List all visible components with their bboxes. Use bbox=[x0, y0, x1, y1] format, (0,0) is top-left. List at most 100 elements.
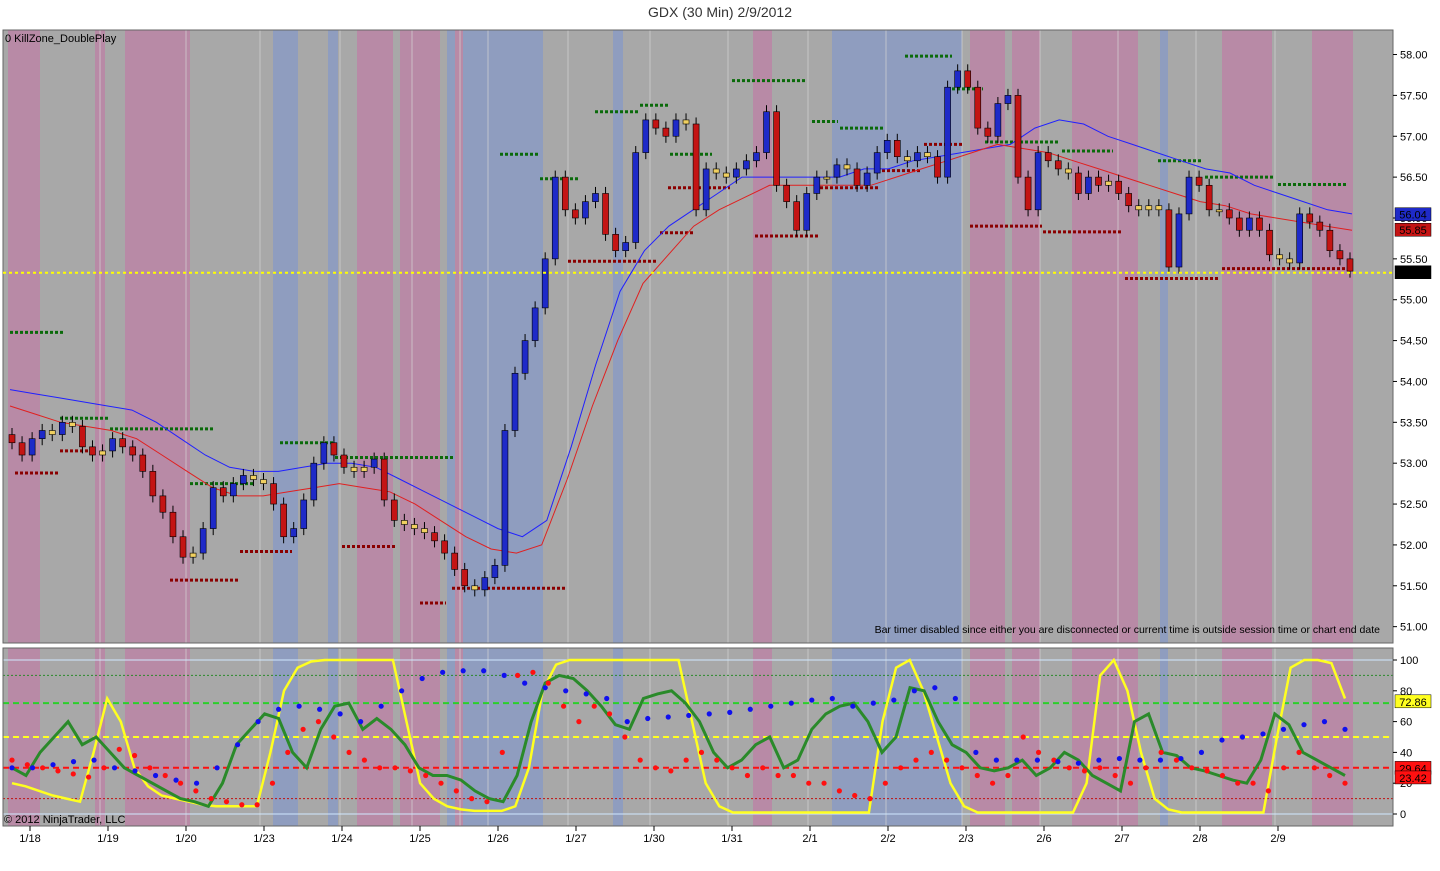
candle-body bbox=[471, 585, 479, 591]
chart-canvas[interactable]: 58.0057.5057.0056.5056.0055.5055.0054.50… bbox=[0, 0, 1440, 871]
candle-body bbox=[904, 156, 911, 162]
bar-timer-note: Bar timer disabled since either you are … bbox=[875, 624, 1381, 636]
osc-blue-dot bbox=[29, 765, 36, 771]
osc-red-dot bbox=[1143, 765, 1149, 771]
y-tick-label: 56.50 bbox=[1400, 172, 1428, 184]
candle-body bbox=[501, 430, 509, 566]
osc-red-dot bbox=[361, 757, 368, 763]
osc-blue-dot bbox=[91, 757, 97, 763]
candle-body bbox=[1155, 205, 1163, 211]
osc-red-dot bbox=[55, 768, 61, 774]
candle-body bbox=[260, 479, 267, 484]
candle-body bbox=[441, 540, 448, 554]
candle-body bbox=[481, 577, 489, 591]
candle-body bbox=[1246, 217, 1253, 231]
osc-blue-dot bbox=[481, 668, 487, 674]
candle-body bbox=[1115, 180, 1122, 194]
osc-red-dot bbox=[484, 799, 490, 805]
candle-body bbox=[1034, 152, 1042, 211]
candle-body bbox=[209, 487, 217, 529]
x-tick-label: 1/31 bbox=[721, 833, 742, 845]
candle-body bbox=[250, 475, 257, 480]
candle-body bbox=[994, 103, 1002, 137]
osc-red-dot bbox=[223, 799, 230, 805]
y-tick-label: 53.00 bbox=[1400, 458, 1428, 470]
osc-blue-dot bbox=[604, 695, 610, 702]
candle-body bbox=[38, 430, 46, 439]
osc-blue-dot bbox=[1239, 734, 1246, 740]
osc-blue-dot bbox=[1342, 726, 1348, 732]
candle-body bbox=[411, 524, 418, 529]
candle-body bbox=[179, 536, 187, 558]
osc-blue-dot bbox=[9, 765, 15, 771]
candle-body bbox=[1276, 254, 1283, 260]
osc-red-dot bbox=[591, 703, 597, 709]
osc-red-dot bbox=[9, 757, 15, 763]
candle-body bbox=[159, 495, 167, 513]
candle-body bbox=[1085, 176, 1092, 194]
osc-blue-dot bbox=[870, 700, 876, 706]
candle-body bbox=[1185, 176, 1193, 215]
osc-red-dot bbox=[744, 772, 751, 779]
candle-body bbox=[813, 176, 821, 194]
price-panel-bg bbox=[3, 30, 1393, 643]
osc-blue-dot bbox=[932, 685, 938, 691]
osc-red-dot bbox=[1189, 765, 1195, 771]
candle-body bbox=[149, 471, 157, 497]
osc-red-dot bbox=[698, 749, 705, 756]
price-label: 55.85 bbox=[1399, 225, 1427, 237]
candle-body bbox=[692, 123, 700, 211]
osc-red-dot bbox=[1311, 765, 1317, 771]
candle-body bbox=[79, 426, 86, 448]
candle-body bbox=[1175, 213, 1183, 268]
candle-body bbox=[1145, 205, 1153, 211]
osc-red-dot bbox=[346, 749, 352, 756]
candle-body bbox=[1054, 160, 1062, 170]
osc-blue-dot bbox=[788, 700, 794, 706]
osc-blue-dot bbox=[337, 711, 343, 717]
y-tick-label: 52.00 bbox=[1400, 540, 1428, 552]
osc-blue-dot bbox=[911, 688, 917, 694]
candle-body bbox=[1165, 209, 1173, 268]
candle-body bbox=[1075, 172, 1082, 194]
osc-red-dot bbox=[254, 802, 260, 808]
osc-red-dot bbox=[1097, 765, 1103, 771]
osc-label: 23.42 bbox=[1399, 773, 1427, 785]
x-tick-label: 2/9 bbox=[1270, 833, 1285, 845]
candle-body bbox=[59, 422, 66, 435]
zone-band bbox=[1072, 30, 1138, 643]
osc-red-dot bbox=[974, 772, 980, 779]
y-tick-label: 52.50 bbox=[1400, 499, 1428, 511]
osc-red-dot bbox=[729, 765, 735, 771]
osc-red-dot bbox=[1035, 749, 1042, 756]
osc-red-dot bbox=[300, 726, 306, 732]
candle-body bbox=[1195, 176, 1203, 186]
osc-blue-dot bbox=[645, 715, 651, 722]
osc-blue-dot bbox=[522, 680, 528, 686]
x-tick-label: 1/20 bbox=[175, 833, 196, 845]
y-tick-label: 54.00 bbox=[1400, 376, 1428, 388]
candle-body bbox=[28, 438, 36, 456]
osc-red-dot bbox=[239, 802, 245, 808]
x-tick-label: 1/26 bbox=[487, 833, 508, 845]
candle-body bbox=[1125, 193, 1132, 207]
candle-body bbox=[582, 201, 589, 219]
candle-body bbox=[1065, 168, 1072, 174]
osc-red-dot bbox=[377, 765, 383, 771]
candle-body bbox=[934, 156, 941, 178]
y-tick-label: 55.50 bbox=[1400, 254, 1428, 266]
zone-band bbox=[1312, 30, 1353, 643]
candle-body bbox=[733, 168, 740, 178]
osc-blue-dot bbox=[624, 719, 630, 725]
osc-blue-dot bbox=[173, 777, 179, 783]
osc-blue-dot bbox=[193, 780, 200, 786]
candle-body bbox=[1306, 213, 1314, 223]
y-tick-label: 55.00 bbox=[1400, 295, 1428, 307]
osc-red-dot bbox=[959, 765, 965, 771]
osc-red-dot bbox=[24, 762, 30, 768]
candle-body bbox=[129, 446, 137, 456]
osc-red-dot bbox=[989, 780, 996, 786]
osc-blue-dot bbox=[1178, 755, 1184, 762]
zone-band bbox=[950, 30, 962, 643]
osc-red-dot bbox=[515, 672, 521, 679]
